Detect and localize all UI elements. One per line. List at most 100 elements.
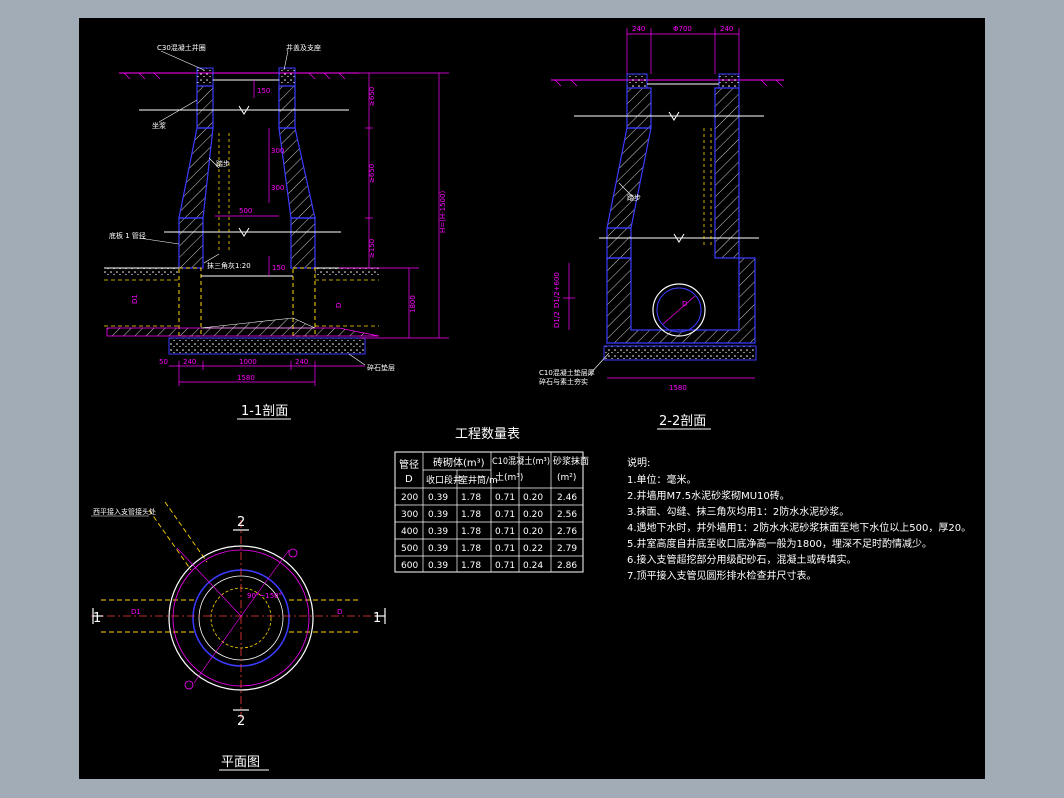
table-cell: 1.78 [461,510,481,520]
table-cell: 2.86 [557,561,577,571]
label-22-d: D [682,300,687,308]
label-side-left: 底板 1 管径 [109,231,146,240]
wall-22-right [714,87,740,259]
dim-bot-1000: 1000 [239,358,257,366]
caption-section-2-2: 2-2剖面 [659,414,706,429]
label-22-ladder: 踏步 [627,193,641,202]
dim-22-d: D1/2+600 [553,272,561,308]
dim-150-top: 150 [257,87,270,95]
th-mortar-unit: (m²) [557,473,576,483]
note-line: 4.遇地下水时，井外墙用1：2防水水泥砂浆抹面至地下水位以上500，厚20。 [627,521,971,534]
th-mortar: 砂浆抹面 [553,455,589,467]
table-cell: 2.76 [557,527,577,537]
table-cell: 0.71 [495,544,515,554]
th-shrink: 收口段井 [426,474,462,486]
table-cell: 200 [401,493,418,503]
table-cell: 600 [401,561,418,571]
table-cell: 0.39 [428,527,448,537]
note-line: 2.井墙用M7.5水泥砂浆砌MU10砖。 [627,489,790,502]
table-cell: 1.78 [461,527,481,537]
dim-22-1580: 1580 [669,384,687,392]
top-ring-right [278,67,296,87]
dim-c: ≥150 [368,239,376,258]
dim-500: 500 [239,207,252,215]
label-gravel: 碎石垫层 [367,363,395,372]
cone-22-left [606,127,652,229]
th-brick: 砖砌体(m³) [433,456,485,469]
note-line: 1.单位：毫米。 [627,473,697,486]
table-cell: 0.71 [495,561,515,571]
dim-bot-50: 50 [159,358,168,366]
section-mark-1-left: 1 [93,611,101,626]
section-mark-2-bottom: 2 [237,714,245,729]
label-ladder-1: 踏步 [216,159,230,168]
dim-22-d2: D1/2 [553,311,561,328]
cone-wall-left [178,127,214,219]
table-cell: 2.56 [557,510,577,520]
table-cell: 0.71 [495,510,515,520]
dim-300b: 300 [271,184,284,192]
table-cell: 0.39 [428,493,448,503]
table-cell: 0.39 [428,561,448,571]
base-slab-1-1 [168,337,366,355]
table-cell: 0.39 [428,544,448,554]
section-mark-2-top: 2 [237,515,245,530]
th-chamber: 室井筒/m [459,474,498,486]
table-cell: 300 [401,510,418,520]
base-slab-2-2 [603,345,757,361]
note-line: 6.接入支管超挖部分用级配砂石，混凝土或砖填实。 [627,553,857,566]
cone-wall-right [278,127,316,219]
plan-view: 1 1 2 2 90°~150° D D1 西平接入支管接头处 平面图 [91,501,386,771]
dim-h: H=(H-1500) [439,191,447,233]
table-cell: 0.71 [495,493,515,503]
shaft-wall-right [278,85,296,129]
plan-pipe-label: 西平接入支管接头处 [93,507,156,516]
table-cell: 0.22 [523,544,543,554]
table-cell: 2.79 [557,544,577,554]
th-pipe: 管径 [399,458,419,471]
top-ring-left [196,67,214,87]
note-line: 5.井室高度自井底至收口底净高一般为1800，埋深不足时酌情减少。 [627,537,932,550]
th-concrete-unit: 土(m³) [495,471,523,483]
note-line: 3.抹面、勾缝、抹三角灰均用1：2防水水泥砂浆。 [627,505,849,518]
chamber-22 [606,257,756,344]
label-cushion: 坐浆 [152,121,166,130]
notes-list: 1.单位：毫米。 2.井墙用M7.5水泥砂浆砌MU10砖。 3.抹面、勾缝、抹三角灰… [627,473,971,582]
plan-angle-label: 90°~150° [247,592,282,600]
th-d: D [405,474,413,485]
label-cover: 井盖及支座 [286,43,321,52]
dim-22-240a: 240 [632,25,645,33]
dim-300: 300 [271,147,284,155]
notes: 说明: 1.单位：毫米。 2.井墙用M7.5水泥砂浆砌MU10砖。 3.抹面、勾缝、… [627,456,971,582]
table-cell: 0.24 [523,561,543,571]
quantity-table: 工程数量表 管径 D 砖砌体(m³) 收口段井 室井筒/m C10混凝土(m³)… [394,427,589,573]
plan-label-d1: D1 [131,608,141,616]
note-line: 7.顶平接入支管见圆形排水检查井尺寸表。 [627,569,817,582]
th-concrete: C10混凝土(m³) [492,455,550,467]
table-cell: 400 [401,527,418,537]
dim-22-700: Φ700 [673,25,692,33]
caption-section-1-1: 1-1剖面 [241,404,288,419]
table-cell: 0.20 [523,510,543,520]
dim-150b: 150 [272,264,285,272]
notes-title: 说明: [627,456,650,469]
shaft-wall-left [196,85,214,129]
label-d1: D1 [131,294,139,304]
dim-1800: 1800 [409,295,417,313]
drawing-canvas: C30混凝土井圈 井盖及支座 坐浆 踏步 底板 1 管径 抹三角灰1:20 碎石… [79,18,985,779]
table-cell: 0.20 [523,493,543,503]
cad-drawing: C30混凝土井圈 井盖及支座 坐浆 踏步 底板 1 管径 抹三角灰1:20 碎石… [91,25,971,771]
section-mark-1-right: 1 [373,611,381,626]
table-cell: 0.71 [495,527,515,537]
dim-bot-240b: 240 [295,358,308,366]
dim-bot-240a: 240 [183,358,196,366]
table-cell: 1.78 [461,544,481,554]
caption-plan: 平面图 [221,755,260,770]
table-cell: 0.20 [523,527,543,537]
table-cell: 2.46 [557,493,577,503]
label-d: D [335,303,343,308]
table-cell: 1.78 [461,561,481,571]
section-2-2: 240 Φ700 240 D D1/2+600 D1/2 1580 踏步 C10… [539,25,784,430]
dim-bot-1580: 1580 [237,374,255,382]
table-cell: 500 [401,544,418,554]
